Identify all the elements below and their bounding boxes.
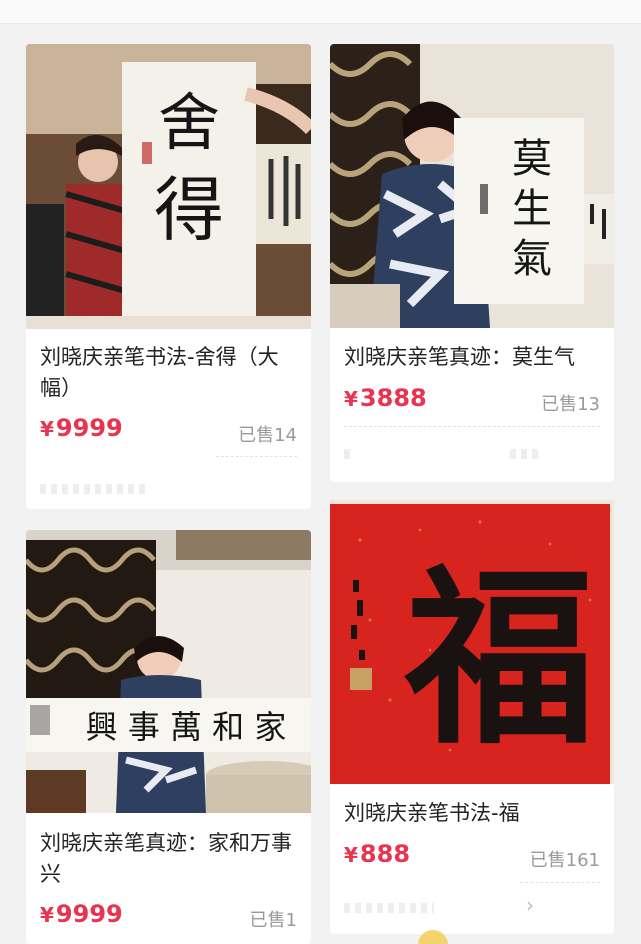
product-image-1[interactable]: 舍 得	[26, 44, 311, 329]
price-value: 9999	[55, 900, 123, 928]
blurred-text	[344, 449, 354, 459]
product-title-4[interactable]: 刘晓庆亲笔书法-福	[344, 798, 604, 829]
product-title-2[interactable]: 刘晓庆亲笔真迹：莫生气	[344, 342, 604, 373]
product-price-1: ¥9999	[40, 414, 123, 442]
scroll-char-1: 舍	[158, 86, 220, 159]
sold-count-4: 已售161	[529, 850, 600, 871]
scroll-char-3: 氣	[512, 236, 552, 282]
sold-count-3: 已售1	[249, 910, 297, 931]
product-title-3[interactable]: 刘晓庆亲笔真迹：家和万事兴	[40, 828, 301, 890]
price-value: 3888	[359, 384, 427, 412]
price-value: 9999	[55, 414, 123, 442]
divider	[520, 882, 600, 883]
sold-count-1: 已售14	[238, 425, 297, 446]
divider	[216, 456, 297, 457]
product-card-2[interactable]: 莫 生 氣 刘晓庆亲笔真迹：莫生气 ¥3888 已售13	[330, 44, 614, 482]
product-title-1[interactable]: 刘晓庆亲笔书法-舍得（大幅）	[40, 342, 301, 404]
currency-symbol: ¥	[344, 843, 358, 867]
currency-symbol: ¥	[40, 903, 54, 927]
divider	[344, 426, 600, 427]
product-card-1[interactable]: 舍 得 刘晓庆亲笔书法-舍得（大幅） ¥9999 已售14	[26, 44, 311, 509]
product-price-3: ¥9999	[40, 900, 123, 928]
blurred-text	[40, 484, 150, 494]
blurred-text	[510, 449, 540, 459]
product-image-2[interactable]: 莫 生 氣	[330, 44, 614, 328]
blurred-text	[344, 903, 434, 913]
product-image-3[interactable]: 興 事 萬 和 家	[26, 530, 311, 813]
scroll-char-1: 莫	[512, 136, 552, 182]
sold-count-2: 已售13	[541, 394, 600, 415]
scroll-char-2: 得	[154, 169, 224, 251]
currency-symbol: ¥	[40, 417, 54, 441]
price-value: 888	[359, 840, 411, 868]
scroll-char-2: 生	[512, 186, 552, 232]
product-image-4[interactable]: 福	[330, 500, 614, 784]
product-card-4[interactable]: 福 刘晓庆亲笔书法-福 ¥888 已售161 ›	[330, 500, 614, 934]
chevron-right-icon[interactable]: ›	[526, 893, 534, 917]
product-card-3[interactable]: 興 事 萬 和 家 刘晓庆亲笔真迹：家和万事兴 ¥9999 已售1	[26, 530, 311, 944]
top-bar	[0, 0, 641, 24]
scroll-text: 興 事 萬 和 家	[86, 708, 287, 746]
currency-symbol: ¥	[344, 387, 358, 411]
product-price-2: ¥3888	[344, 384, 427, 412]
fu-character: 福	[404, 547, 595, 770]
product-price-4: ¥888	[344, 840, 410, 868]
